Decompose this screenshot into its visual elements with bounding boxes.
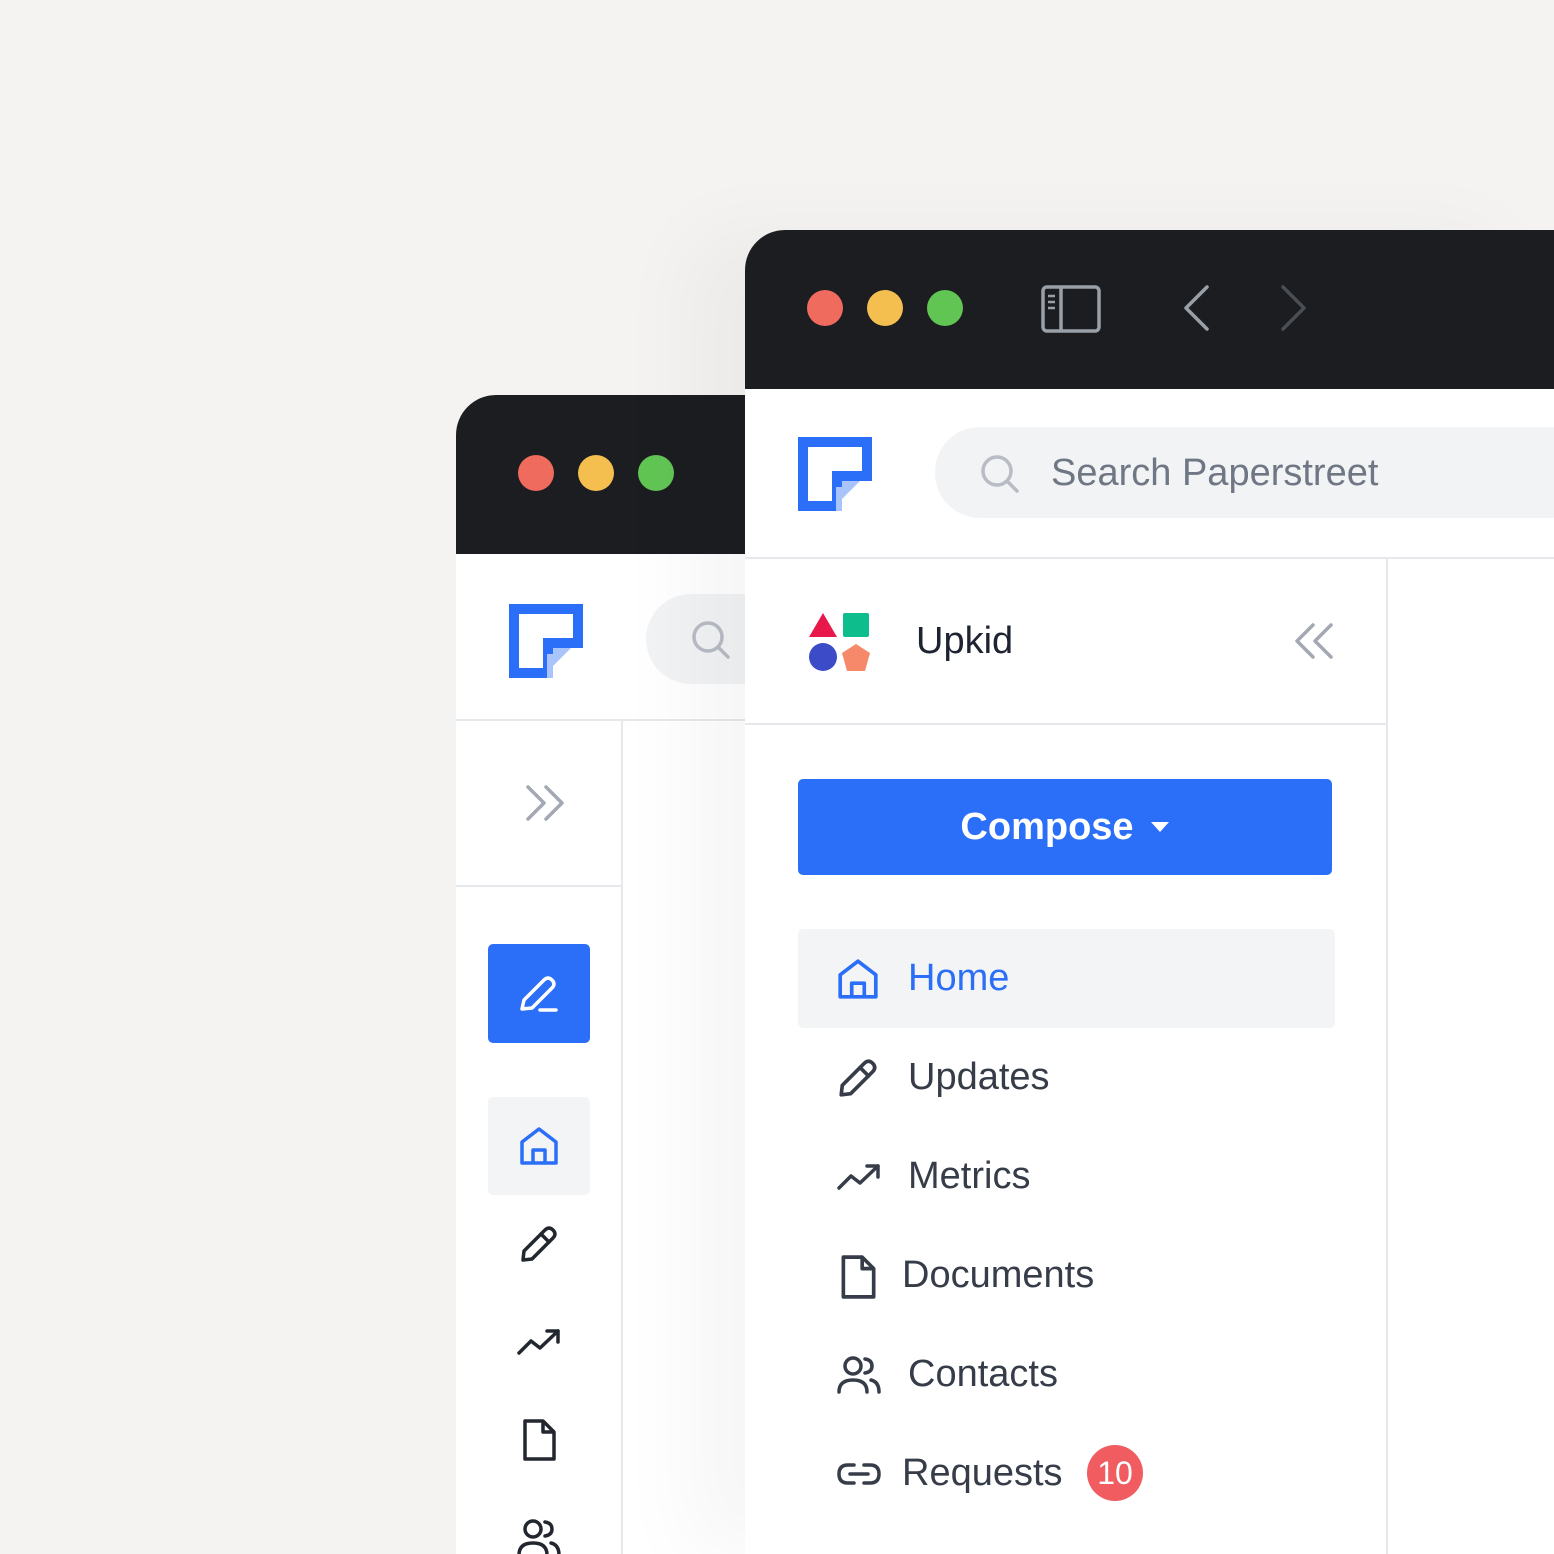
nav-item-metrics[interactable]: Metrics (798, 1127, 1335, 1226)
workspace-logo-icon (807, 611, 873, 673)
search-bar[interactable] (935, 427, 1554, 520)
front-app-header (745, 389, 1554, 559)
nav-label: Metrics (908, 1155, 1031, 1197)
minimize-window-button[interactable] (867, 290, 903, 326)
requests-count-badge: 10 (1087, 1445, 1143, 1501)
nav-item-requests[interactable]: Requests 10 (798, 1424, 1335, 1523)
rail-item-updates[interactable] (488, 1195, 590, 1293)
minimize-window-button[interactable] (578, 455, 614, 491)
expanded-sidebar: Upkid Compose Home Updates Metrics Docum… (745, 559, 1388, 1554)
pencil-icon (518, 1223, 560, 1265)
rail-item-documents[interactable] (488, 1391, 590, 1489)
compose-pen-icon (518, 973, 560, 1015)
nav-item-updates[interactable]: Updates (798, 1028, 1335, 1127)
sidebar-toggle-icon[interactable] (1041, 285, 1101, 333)
home-icon (836, 957, 880, 1001)
search-input[interactable] (1049, 427, 1554, 520)
close-window-button[interactable] (518, 455, 554, 491)
workspace-header[interactable]: Upkid (745, 559, 1386, 725)
compose-label: Compose (960, 805, 1134, 848)
nav-label: Home (908, 957, 1010, 999)
link-icon (836, 1452, 882, 1496)
maximize-window-button[interactable] (638, 455, 674, 491)
paperstreet-logo[interactable] (798, 437, 872, 511)
compose-button[interactable]: Compose (798, 779, 1332, 875)
pencil-icon (836, 1056, 880, 1100)
front-window: Upkid Compose Home (745, 230, 1554, 1554)
trending-up-icon (836, 1155, 882, 1199)
collapse-sidebar-icon[interactable] (1293, 621, 1335, 661)
nav-label: Contacts (908, 1353, 1058, 1395)
rail-item-contacts[interactable] (488, 1489, 590, 1554)
nav-item-contacts[interactable]: Contacts (798, 1325, 1335, 1424)
users-icon (836, 1353, 882, 1397)
paperstreet-logo[interactable] (509, 604, 583, 678)
search-icon (690, 619, 732, 661)
workspace-name: Upkid (916, 620, 1014, 662)
compose-icon-button[interactable] (488, 944, 590, 1043)
nav-item-documents[interactable]: Documents (798, 1226, 1335, 1325)
rail-item-metrics[interactable] (488, 1293, 590, 1391)
nav-label: Updates (908, 1056, 1050, 1098)
home-icon (518, 1125, 560, 1167)
collapsed-sidebar (456, 721, 623, 1554)
search-icon (979, 453, 1021, 495)
nav-label: Documents (902, 1254, 1095, 1296)
forward-arrow-icon[interactable] (1279, 284, 1309, 332)
nav-label: Requests (902, 1452, 1063, 1494)
users-icon (516, 1517, 562, 1554)
nav-item-home[interactable]: Home (798, 929, 1335, 1028)
rail-item-home[interactable] (488, 1097, 590, 1195)
document-icon (518, 1418, 560, 1462)
expand-sidebar-icon[interactable] (524, 783, 566, 823)
caret-down-icon (1150, 821, 1170, 833)
close-window-button[interactable] (807, 290, 843, 326)
document-icon (836, 1254, 880, 1300)
back-arrow-icon[interactable] (1181, 284, 1211, 332)
front-titlebar (745, 230, 1554, 389)
maximize-window-button[interactable] (927, 290, 963, 326)
trending-up-icon (516, 1321, 562, 1363)
divider (456, 885, 621, 887)
